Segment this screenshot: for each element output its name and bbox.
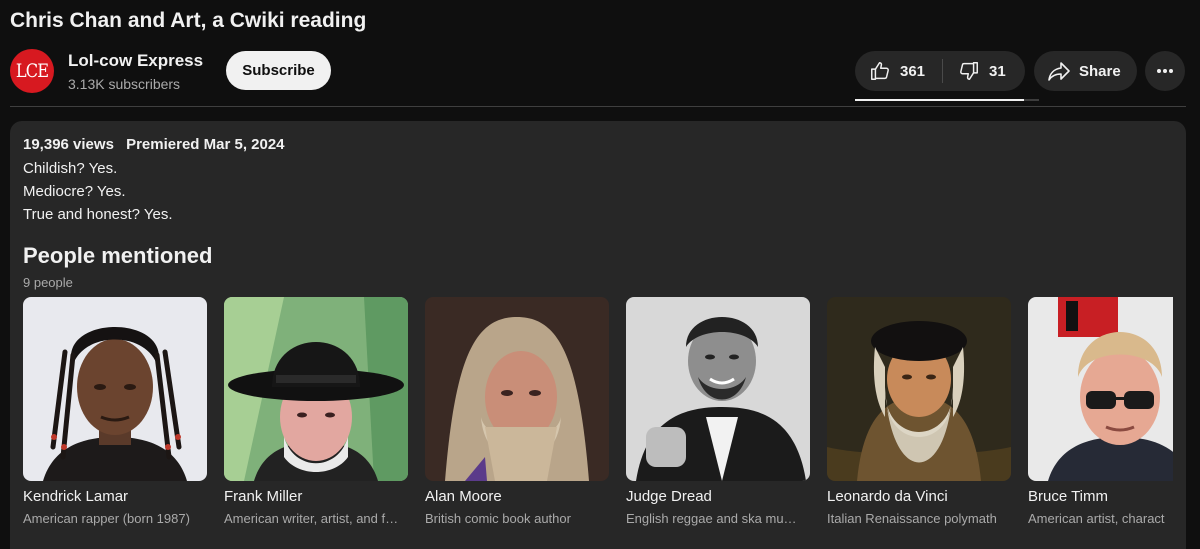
like-ratio-fill xyxy=(855,99,1025,101)
thumb-down-icon xyxy=(958,60,980,82)
person-photo xyxy=(626,297,810,481)
like-button[interactable]: 361 xyxy=(855,59,943,83)
person-description: Italian Renaissance polymath xyxy=(827,511,997,526)
person-card[interactable]: Alan Moore British comic book author xyxy=(425,297,609,526)
person-card[interactable]: Bruce Timm American artist, charact xyxy=(1028,297,1173,526)
person-description: American artist, charact xyxy=(1028,511,1165,526)
person-photo xyxy=(23,297,207,481)
people-mentioned-title: People mentioned xyxy=(23,243,213,268)
person-description: American rapper (born 1987) xyxy=(23,511,190,526)
person-photo xyxy=(827,297,1011,481)
person-photo xyxy=(425,297,609,481)
video-page: Chris Chan and Art, a Cwiki reading LCE … xyxy=(0,0,1200,549)
description-line: Childish? Yes. xyxy=(23,160,118,177)
person-photo xyxy=(224,297,408,481)
person-card[interactable]: Leonardo da Vinci Italian Renaissance po… xyxy=(827,297,1011,526)
person-name: Bruce Timm xyxy=(1028,488,1109,505)
view-count: 19,396 views xyxy=(23,136,114,153)
person-photo xyxy=(1028,297,1173,481)
people-carousel: Kendrick Lamar American rapper (born 198… xyxy=(23,297,1173,537)
person-card[interactable]: Judge Dread English reggae and ska music… xyxy=(626,297,810,526)
more-vert-icon xyxy=(1156,68,1174,74)
person-name: Kendrick Lamar xyxy=(23,488,129,505)
dislike-count: 31 xyxy=(989,62,1006,80)
person-name: Judge Dread xyxy=(626,488,712,505)
channel-name[interactable]: Lol-cow Express xyxy=(68,51,203,71)
like-ratio-bar xyxy=(855,99,1039,101)
person-name: Frank Miller xyxy=(224,488,303,505)
person-name: Alan Moore xyxy=(425,488,502,505)
share-button[interactable]: Share xyxy=(1034,51,1137,91)
description-line: True and honest? Yes. xyxy=(23,206,173,223)
dislike-button[interactable]: 31 xyxy=(943,60,1006,82)
description-line: Mediocre? Yes. xyxy=(23,183,126,200)
divider xyxy=(10,106,1186,107)
more-actions-button[interactable] xyxy=(1145,51,1185,91)
video-title: Chris Chan and Art, a Cwiki reading xyxy=(10,9,367,32)
thumb-up-icon xyxy=(869,60,891,82)
share-label: Share xyxy=(1079,62,1121,80)
channel-avatar[interactable]: LCE xyxy=(10,49,54,93)
people-count: 9 people xyxy=(23,275,73,290)
person-card[interactable]: Kendrick Lamar American rapper (born 198… xyxy=(23,297,207,526)
person-card[interactable]: Frank Miller American writer, artist, an… xyxy=(224,297,408,526)
share-arrow-icon xyxy=(1047,60,1071,82)
person-description: English reggae and ska musician xyxy=(626,511,802,526)
subscriber-count: 3.13K subscribers xyxy=(68,76,181,92)
person-description: American writer, artist, and film direct… xyxy=(224,511,400,526)
subscribe-button[interactable]: Subscribe xyxy=(226,51,331,90)
like-count: 361 xyxy=(900,62,926,80)
video-meta: 19,396 views Premiered Mar 5, 2024 xyxy=(23,136,285,153)
person-name: Leonardo da Vinci xyxy=(827,488,948,505)
avatar-logo-text: LCE xyxy=(15,60,49,82)
premiere-date: Premiered Mar 5, 2024 xyxy=(126,136,285,153)
description-box[interactable]: 19,396 views Premiered Mar 5, 2024 Child… xyxy=(10,121,1186,549)
person-description: British comic book author xyxy=(425,511,571,526)
like-dislike-group: 361 31 xyxy=(855,51,1025,91)
